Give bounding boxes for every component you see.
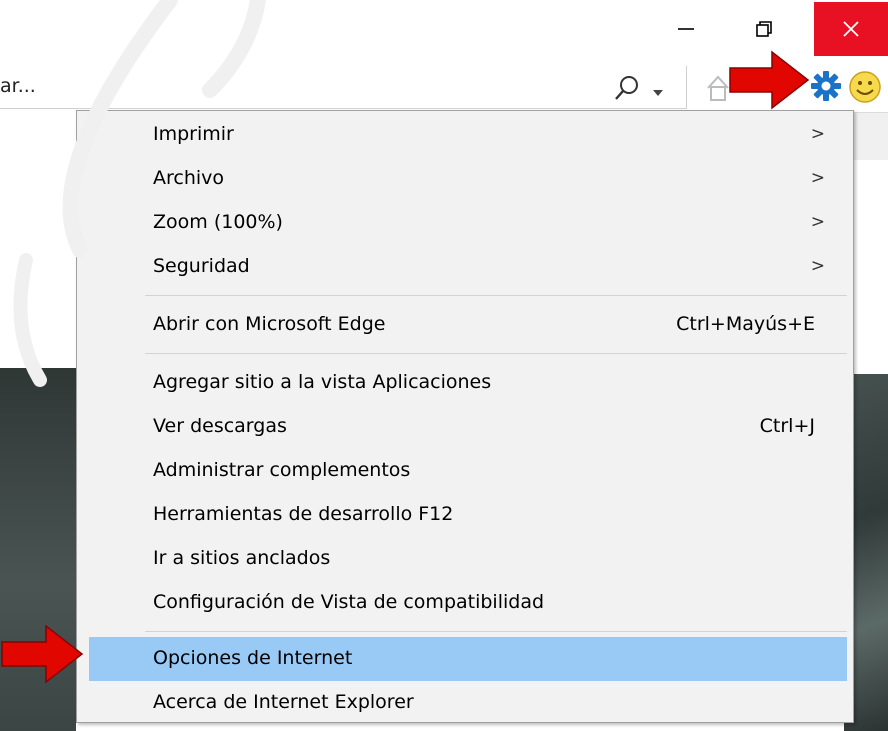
menu-item-opciones-internet[interactable]: Opciones de Internet	[89, 637, 847, 681]
menu-item-label: Archivo	[153, 167, 225, 189]
menu-separator	[145, 353, 847, 354]
menu-item-label: Administrar complementos	[153, 459, 411, 481]
menu-item-archivo[interactable]: Archivo >	[89, 157, 847, 201]
menu-item-vista-compatibilidad[interactable]: Configuración de Vista de compatibilidad	[89, 581, 847, 625]
menu-item-zoom[interactable]: Zoom (100%) >	[89, 201, 847, 245]
menu-item-shortcut: Ctrl+Mayús+E	[676, 313, 815, 335]
menu-item-label: Zoom (100%)	[153, 211, 283, 233]
tools-menu: Imprimir > Archivo > Zoom (100%) > Segur…	[76, 110, 854, 723]
chevron-right-icon: >	[810, 256, 825, 276]
address-bar[interactable]: ar...	[0, 66, 687, 109]
red-arrow-pointing-gear	[729, 50, 810, 110]
search-icon[interactable]	[612, 74, 642, 108]
menu-item-label: Ver descargas	[153, 415, 287, 437]
chevron-right-icon: >	[810, 124, 825, 144]
menu-item-herramientas-desarrollo[interactable]: Herramientas de desarrollo F12	[89, 493, 847, 537]
home-icon[interactable]	[706, 74, 730, 106]
close-button[interactable]	[814, 2, 888, 56]
menu-item-abrir-edge[interactable]: Abrir con Microsoft Edge Ctrl+Mayús+E	[89, 303, 847, 347]
close-icon	[843, 21, 859, 37]
menu-item-label: Agregar sitio a la vista Aplicaciones	[153, 371, 492, 393]
chevron-down-icon[interactable]	[652, 83, 664, 102]
smiley-icon[interactable]	[848, 70, 882, 108]
menu-item-label: Seguridad	[153, 255, 250, 277]
menu-item-agregar-sitio[interactable]: Agregar sitio a la vista Aplicaciones	[89, 361, 847, 405]
menu-item-label: Abrir con Microsoft Edge	[153, 313, 386, 335]
gear-icon[interactable]	[810, 70, 842, 106]
minimize-icon	[678, 28, 694, 30]
menu-item-label: Imprimir	[153, 123, 234, 145]
chevron-right-icon: >	[810, 168, 825, 188]
menu-item-seguridad[interactable]: Seguridad >	[89, 245, 847, 289]
menu-item-administrar-complementos[interactable]: Administrar complementos	[89, 449, 847, 493]
menu-item-ver-descargas[interactable]: Ver descargas Ctrl+J	[89, 405, 847, 449]
red-arrow-pointing-opciones	[1, 624, 84, 684]
menu-item-label: Configuración de Vista de compatibilidad	[153, 591, 545, 613]
address-bar-text: ar...	[0, 75, 36, 97]
menu-item-acerca-de[interactable]: Acerca de Internet Explorer	[89, 681, 847, 725]
menu-item-label: Opciones de Internet	[153, 647, 353, 669]
menu-separator	[145, 295, 847, 296]
restore-icon	[756, 21, 772, 37]
minimize-button[interactable]	[656, 2, 716, 56]
menu-item-shortcut: Ctrl+J	[759, 415, 815, 437]
menu-item-label: Ir a sitios anclados	[153, 547, 331, 569]
chevron-right-icon: >	[810, 212, 825, 232]
menu-item-imprimir[interactable]: Imprimir >	[89, 113, 847, 157]
menu-item-sitios-anclados[interactable]: Ir a sitios anclados	[89, 537, 847, 581]
menu-item-label: Herramientas de desarrollo F12	[153, 503, 454, 525]
menu-item-label: Acerca de Internet Explorer	[153, 691, 414, 713]
menu-separator	[145, 631, 847, 632]
